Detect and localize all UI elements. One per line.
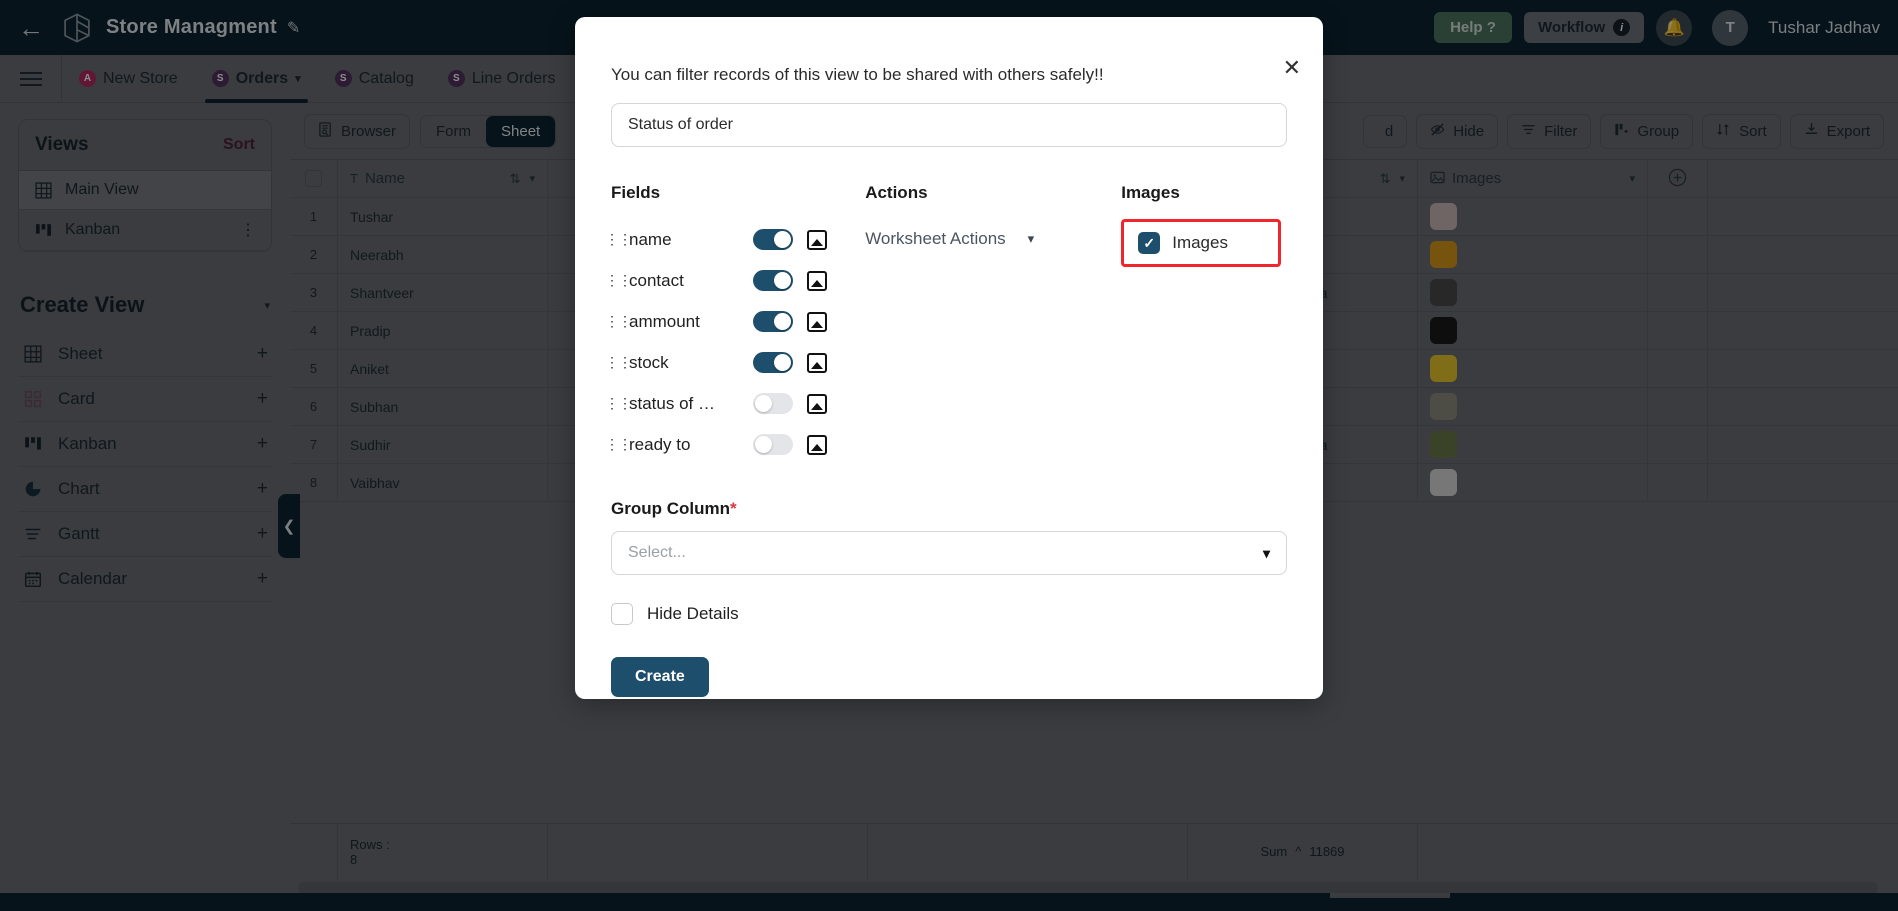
create-view-modal: ✕ You can filter records of this view to… xyxy=(575,17,1323,699)
drag-handle-icon[interactable]: ⋮⋮ xyxy=(605,313,632,330)
image-icon[interactable] xyxy=(807,270,827,291)
images-checkbox[interactable]: ✓ xyxy=(1138,232,1161,254)
drag-handle-icon[interactable]: ⋮⋮ xyxy=(605,395,632,412)
field-row: ⋮⋮ stock xyxy=(605,342,865,383)
field-label: ammount xyxy=(629,311,700,331)
field-row: ⋮⋮ contact xyxy=(605,260,865,301)
required-asterisk: * xyxy=(729,499,737,518)
field-label: ready to xyxy=(629,434,691,454)
group-column-label: Group Column* xyxy=(611,499,1287,519)
chevron-down-icon[interactable]: ▾ xyxy=(1028,231,1035,247)
actions-column: Actions Worksheet Actions ▾ xyxy=(865,183,1121,465)
image-icon[interactable] xyxy=(807,311,827,332)
modal-columns: Fields ⋮⋮ name ⋮⋮ contact ⋮⋮ ammount ⋮⋮ stock ⋮⋮… xyxy=(605,183,1287,465)
close-icon[interactable]: ✕ xyxy=(1283,57,1301,79)
drag-handle-icon[interactable]: ⋮⋮ xyxy=(605,436,632,453)
drag-handle-icon[interactable]: ⋮⋮ xyxy=(605,354,632,371)
field-row: ⋮⋮ ammount xyxy=(605,301,865,342)
field-toggle[interactable] xyxy=(753,311,793,332)
field-label: contact xyxy=(629,270,684,290)
app-root: ← Store Managment ✎ Help ? Workflow i 🔔 … xyxy=(0,0,1898,911)
group-column-section: Group Column* Select... ▾ xyxy=(611,499,1287,575)
hide-details-row[interactable]: Hide Details xyxy=(611,603,1287,625)
field-label: name xyxy=(629,229,672,249)
chevron-down-icon[interactable]: ▾ xyxy=(1263,545,1270,562)
drag-handle-icon[interactable]: ⋮⋮ xyxy=(605,231,632,248)
field-toggle[interactable] xyxy=(753,270,793,291)
image-icon[interactable] xyxy=(807,393,827,414)
field-row: ⋮⋮ ready to xyxy=(605,424,865,465)
fields-list: ⋮⋮ name ⋮⋮ contact ⋮⋮ ammount ⋮⋮ stock ⋮⋮ status … xyxy=(605,219,865,465)
field-label: stock xyxy=(629,352,669,372)
view-name-input[interactable] xyxy=(611,103,1287,147)
image-icon[interactable] xyxy=(807,352,827,373)
hide-details-checkbox[interactable] xyxy=(611,603,633,625)
images-checkbox-label: Images xyxy=(1172,233,1228,252)
group-column-select-wrap: Select... ▾ xyxy=(611,531,1287,575)
field-row: ⋮⋮ status of … xyxy=(605,383,865,424)
create-button[interactable]: Create xyxy=(611,657,709,697)
images-column: Images ✓ Images xyxy=(1121,183,1287,465)
group-column-select[interactable]: Select... ▾ xyxy=(611,531,1287,575)
worksheet-actions-value: Worksheet Actions xyxy=(865,229,1006,248)
field-toggle[interactable] xyxy=(753,434,793,455)
group-column-text: Group Column xyxy=(611,499,730,518)
worksheet-actions-select[interactable]: Worksheet Actions ▾ xyxy=(865,219,1121,259)
fields-heading: Fields xyxy=(611,183,661,202)
field-toggle[interactable] xyxy=(753,393,793,414)
group-column-placeholder: Select... xyxy=(628,544,686,561)
hide-details-label: Hide Details xyxy=(647,604,739,623)
image-icon[interactable] xyxy=(807,229,827,250)
modal-description: You can filter records of this view to b… xyxy=(611,65,1104,84)
field-label: status of … xyxy=(629,393,715,413)
images-highlight-box: ✓ Images xyxy=(1121,219,1282,267)
field-row: ⋮⋮ name xyxy=(605,219,865,260)
field-toggle[interactable] xyxy=(753,229,793,250)
actions-heading: Actions xyxy=(865,183,928,202)
drag-handle-icon[interactable]: ⋮⋮ xyxy=(605,272,632,289)
image-icon[interactable] xyxy=(807,434,827,455)
images-heading: Images xyxy=(1121,183,1180,202)
field-toggle[interactable] xyxy=(753,352,793,373)
fields-column: Fields ⋮⋮ name ⋮⋮ contact ⋮⋮ ammount ⋮⋮ stock ⋮⋮… xyxy=(605,183,865,465)
